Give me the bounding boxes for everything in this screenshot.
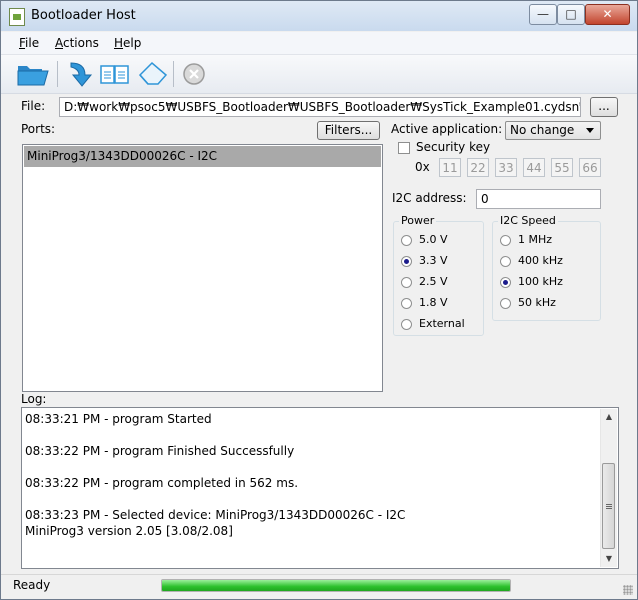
log-line: 08:33:23 PM - Selected device: MiniProg3…	[25, 508, 406, 522]
power-radio-2v5[interactable]	[401, 277, 412, 288]
status-text: Ready	[13, 578, 51, 592]
power-option-label: External	[419, 317, 465, 330]
menu-file[interactable]: File	[19, 36, 39, 50]
power-radio-5v[interactable]	[401, 235, 412, 246]
program-icon[interactable]	[67, 61, 95, 87]
filters-button[interactable]: Filters...	[317, 121, 380, 140]
title-bar[interactable]: Bootloader Host — □ ✕	[1, 1, 637, 31]
security-key-byte[interactable]: 66	[579, 158, 601, 177]
power-option-label: 5.0 V	[419, 233, 448, 246]
active-application-value: No change	[510, 123, 575, 137]
status-bar: Ready	[1, 574, 637, 599]
toolbar-separator	[173, 61, 174, 87]
ports-label: Ports:	[21, 122, 56, 136]
log-line: MiniProg3 version 2.05 [3.08/2.08]	[25, 524, 233, 538]
speed-option-label: 1 MHz	[518, 233, 553, 246]
minimize-button[interactable]: —	[529, 4, 557, 25]
browse-button[interactable]: ...	[590, 97, 618, 117]
power-option-label: 2.5 V	[419, 275, 448, 288]
security-key-prefix: 0x	[415, 160, 430, 174]
verify-icon[interactable]	[99, 61, 129, 87]
speed-option-label: 100 kHz	[518, 275, 563, 288]
power-radio-3v3[interactable]	[401, 256, 412, 267]
menu-help[interactable]: Help	[114, 36, 141, 50]
security-key-byte[interactable]: 11	[439, 158, 461, 177]
security-key-byte[interactable]: 22	[467, 158, 489, 177]
open-folder-icon[interactable]	[17, 61, 49, 87]
ports-list[interactable]: MiniProg3/1343DD00026C - I2C	[22, 144, 383, 392]
i2c-address-label: I2C address:	[392, 191, 467, 205]
resize-grip-icon[interactable]	[623, 585, 633, 595]
toolbar	[1, 55, 637, 94]
erase-icon[interactable]	[137, 61, 168, 87]
security-key-checkbox[interactable]	[398, 142, 410, 154]
speed-option-label: 50 kHz	[518, 296, 556, 309]
speed-radio-100khz[interactable]	[500, 277, 511, 288]
active-application-select[interactable]: No change	[505, 121, 601, 140]
file-path-field[interactable]: D:₩work₩psoc5₩USBFS_Bootloader₩USBFS_Boo…	[59, 97, 581, 117]
scroll-down-icon[interactable]: ▼	[601, 551, 617, 567]
bootloader-host-window: Bootloader Host — □ ✕ File Actions Help …	[0, 0, 638, 600]
progress-bar	[161, 579, 511, 592]
speed-radio-400khz[interactable]	[500, 256, 511, 267]
menu-actions[interactable]: Actions	[55, 36, 99, 50]
log-area[interactable]: 08:33:21 PM - program Started 08:33:22 P…	[21, 407, 619, 569]
chevron-down-icon	[586, 128, 594, 133]
security-key-label: Security key	[416, 140, 491, 154]
scroll-up-icon[interactable]: ▲	[601, 409, 617, 425]
maximize-button[interactable]: □	[557, 4, 585, 25]
power-option-label: 3.3 V	[419, 254, 448, 267]
active-application-label: Active application:	[391, 122, 503, 136]
app-icon	[9, 8, 25, 26]
toolbar-separator	[57, 61, 58, 87]
grip-icon	[606, 504, 612, 505]
menu-bar: File Actions Help	[1, 32, 637, 55]
scroll-thumb[interactable]	[602, 463, 615, 549]
abort-icon[interactable]	[181, 61, 209, 87]
security-key-byte[interactable]: 55	[551, 158, 573, 177]
speed-radio-50khz[interactable]	[500, 298, 511, 309]
speed-option-label: 400 kHz	[518, 254, 563, 267]
power-radio-external[interactable]	[401, 319, 412, 330]
speed-radio-1mhz[interactable]	[500, 235, 511, 246]
list-item[interactable]: MiniProg3/1343DD00026C - I2C	[24, 146, 381, 167]
log-scrollbar[interactable]: ▲ ▼	[600, 409, 617, 567]
log-line: 08:33:22 PM - program Finished Successfu…	[25, 444, 295, 458]
log-line: 08:33:22 PM - program completed in 562 m…	[25, 476, 299, 490]
i2c-address-field[interactable]: 0	[476, 189, 601, 209]
security-key-byte[interactable]: 33	[495, 158, 517, 177]
close-button[interactable]: ✕	[585, 4, 630, 25]
window-title: Bootloader Host	[31, 8, 136, 23]
power-option-label: 1.8 V	[419, 296, 448, 309]
log-line: 08:33:21 PM - program Started	[25, 412, 212, 426]
power-radio-1v8[interactable]	[401, 298, 412, 309]
power-group-title: Power	[399, 214, 437, 227]
file-label: File:	[21, 99, 46, 113]
log-label: Log:	[21, 392, 47, 406]
security-key-byte[interactable]: 44	[523, 158, 545, 177]
progress-fill	[162, 580, 510, 591]
i2c-speed-group-title: I2C Speed	[498, 214, 558, 227]
